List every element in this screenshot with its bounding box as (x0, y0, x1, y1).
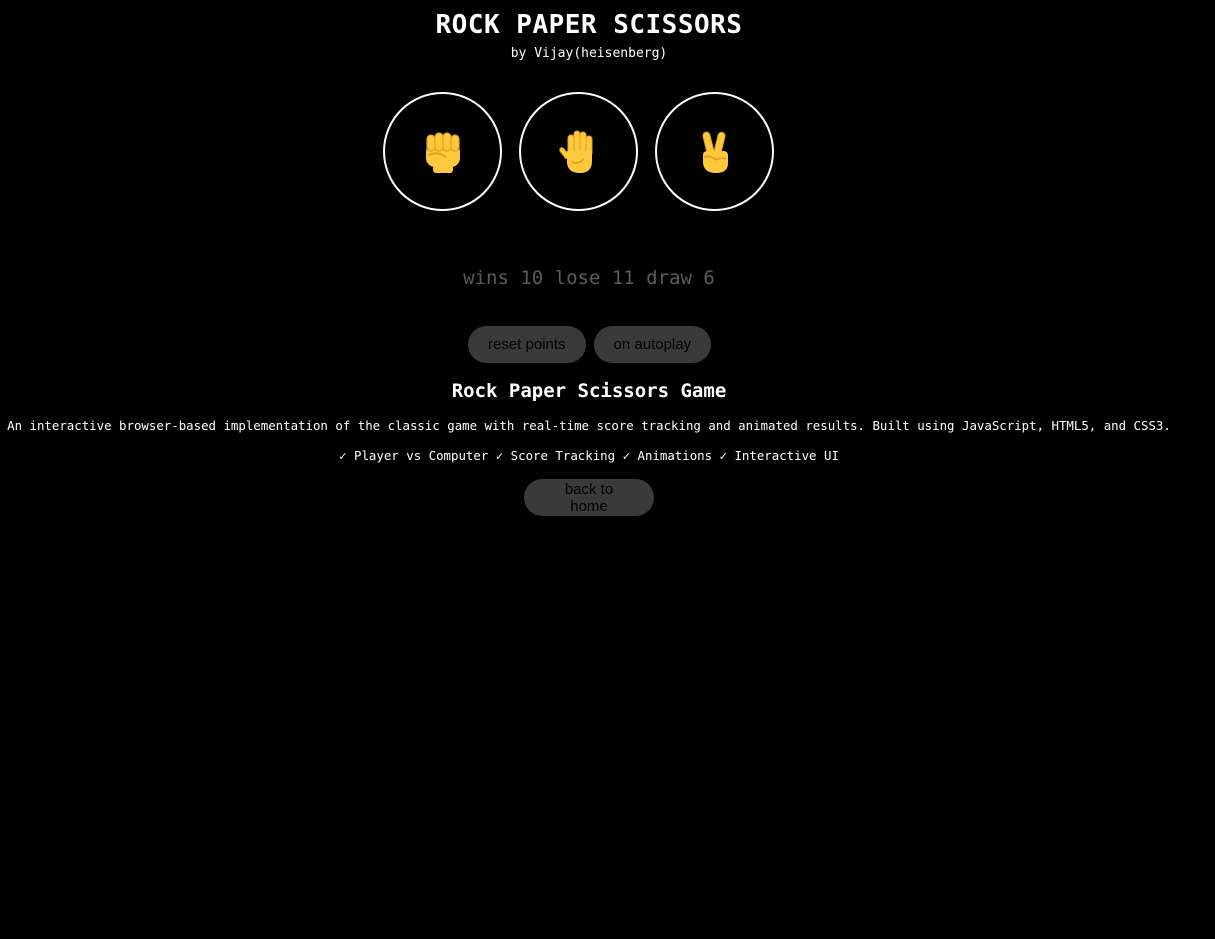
feature-list: ✓ Player vs Computer ✓ Score Tracking ✓ … (339, 448, 839, 463)
score-display: wins 10 lose 11 draw 6 (463, 267, 715, 289)
autoplay-button[interactable]: on autoplay (593, 326, 712, 363)
control-buttons: reset points on autoplay (468, 326, 712, 363)
author-byline: by Vijay(heisenberg) (510, 46, 668, 61)
move-buttons (383, 92, 774, 211)
game-heading: Rock Paper Scissors Game (451, 380, 727, 402)
paper-button[interactable] (519, 92, 638, 211)
raised-hand-icon (558, 130, 592, 173)
game-description: An interactive browser-based implementat… (7, 418, 1171, 433)
page-title: ROCK PAPER SCISSORS (435, 10, 743, 40)
raised-fist-icon (425, 131, 460, 173)
rock-button[interactable] (383, 92, 502, 211)
reset-points-button[interactable]: reset points (468, 326, 586, 363)
back-to-home-button[interactable]: back to home (524, 479, 654, 516)
victory-hand-icon (701, 131, 728, 173)
scissors-button[interactable] (655, 92, 774, 211)
